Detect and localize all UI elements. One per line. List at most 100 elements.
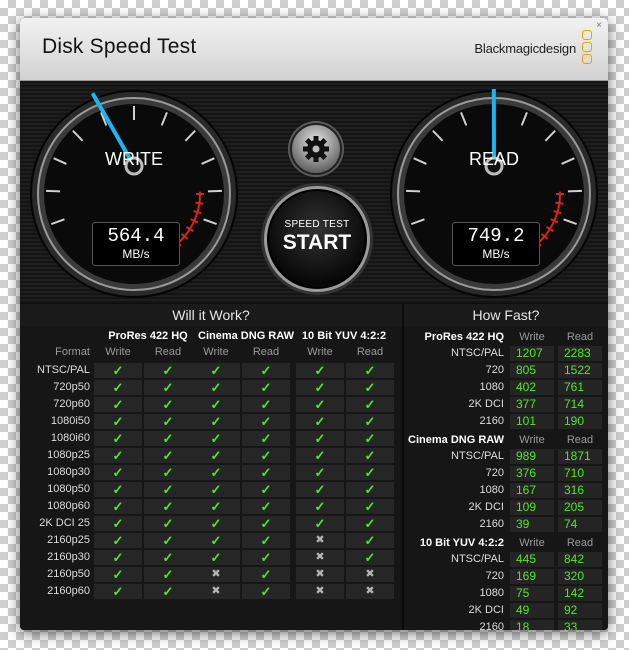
brand-wordmark: Blackmagicdesign	[474, 41, 576, 56]
check-icon: ✓	[296, 448, 344, 463]
table-row: 2160 39 74	[404, 516, 608, 533]
table-row: NTSC/PAL ✓ ✓ ✓ ✓ ✓ ✓	[20, 362, 402, 379]
format-name: 2160p30	[47, 551, 90, 563]
check-icon: ✓	[144, 431, 192, 446]
check-icon: ✓	[94, 448, 142, 463]
check-icon: ✓	[346, 431, 394, 446]
close-button[interactable]: ×	[596, 20, 602, 31]
table-row: NTSC/PAL 1207 2283	[404, 345, 608, 362]
check-icon: ✓	[296, 414, 344, 429]
format-name: 2160	[479, 415, 504, 427]
cross-icon: ✖	[296, 550, 344, 565]
format-name: NTSC/PAL	[451, 450, 504, 462]
gauge-area: WRITE 564.4 MB/s SPEED TEST START READ 7…	[20, 81, 608, 303]
write-fps-value: 75	[510, 586, 554, 601]
read-fps-value: 205	[558, 500, 602, 515]
disk-speed-test-window: Disk Speed Test Blackmagicdesign × WRITE…	[20, 18, 608, 630]
cross-icon: ✖	[296, 567, 344, 582]
check-icon: ✓	[94, 584, 142, 599]
check-icon: ✓	[144, 550, 192, 565]
speed-test-start-button[interactable]: SPEED TEST START	[264, 186, 370, 292]
format-name: 2160p25	[47, 534, 90, 546]
write-fps-value: 805	[510, 363, 554, 378]
format-name: 2160	[479, 518, 504, 530]
check-icon: ✓	[144, 499, 192, 514]
gear-icon	[303, 136, 329, 162]
table-row: 720p50 ✓ ✓ ✓ ✓ ✓ ✓	[20, 379, 402, 396]
format-name: 720	[485, 467, 504, 479]
write-fps-value: 402	[510, 380, 554, 395]
title-bar: Disk Speed Test Blackmagicdesign ×	[20, 18, 608, 81]
read-fps-value: 714	[558, 397, 602, 412]
format-name: 720	[485, 570, 504, 582]
settings-button[interactable]	[290, 123, 342, 175]
format-name: 2K DCI 25	[39, 517, 90, 529]
check-icon: ✓	[346, 448, 394, 463]
check-icon: ✓	[242, 482, 290, 497]
write-fps-value: 989	[510, 449, 554, 464]
check-icon: ✓	[144, 533, 192, 548]
read-fps-value: 320	[558, 569, 602, 584]
format-name: 720p50	[53, 381, 90, 393]
read-gauge: READ 749.2 MB/s	[386, 89, 602, 299]
will-it-work-heading: Will it Work?	[20, 304, 402, 326]
format-name: 1080i50	[50, 415, 90, 427]
cross-icon: ✖	[296, 584, 344, 599]
check-icon: ✓	[346, 465, 394, 480]
table-row: 1080p50 ✓ ✓ ✓ ✓ ✓ ✓	[20, 481, 402, 498]
check-icon: ✓	[192, 550, 240, 565]
table-row: 2160 18 33	[404, 619, 608, 630]
read-fps-value: 1871	[558, 449, 602, 464]
format-name: NTSC/PAL	[451, 553, 504, 565]
table-row: 2K DCI 377 714	[404, 396, 608, 413]
format-name: 720p60	[53, 398, 90, 410]
table-row: 720p60 ✓ ✓ ✓ ✓ ✓ ✓	[20, 396, 402, 413]
column-heading: Write	[105, 346, 131, 358]
format-name: 1080p30	[47, 466, 90, 478]
check-icon: ✓	[242, 397, 290, 412]
write-fps-value: 445	[510, 552, 554, 567]
check-icon: ✓	[144, 584, 192, 599]
column-heading: Read	[252, 346, 280, 358]
codec-heading: ProRes 422 HQ	[108, 330, 188, 342]
read-fps-value: 33	[558, 620, 602, 630]
read-column-heading: Read	[566, 434, 594, 446]
write-fps-value: 49	[510, 603, 554, 618]
write-speed-unit: MB/s	[122, 247, 150, 261]
how-fast-table: ProRes 422 HQ Write Read NTSC/PAL 1207 2283 72…	[404, 326, 608, 630]
write-column-heading: Write	[519, 434, 545, 446]
check-icon: ✓	[242, 380, 290, 395]
check-icon: ✓	[144, 414, 192, 429]
write-fps-value: 109	[510, 500, 554, 515]
check-icon: ✓	[296, 397, 344, 412]
table-row: NTSC/PAL 445 842	[404, 551, 608, 568]
read-speed-unit: MB/s	[482, 247, 510, 261]
check-icon: ✓	[94, 499, 142, 514]
check-icon: ✓	[94, 567, 142, 582]
write-fps-value: 1207	[510, 346, 554, 361]
table-row: 720 805 1522	[404, 362, 608, 379]
table-row: 2160 101 190	[404, 413, 608, 430]
check-icon: ✓	[144, 516, 192, 531]
check-icon: ✓	[94, 550, 142, 565]
table-row: 2K DCI 25 ✓ ✓ ✓ ✓ ✓ ✓	[20, 515, 402, 532]
check-icon: ✓	[346, 516, 394, 531]
read-fps-value: 710	[558, 466, 602, 481]
check-icon: ✓	[144, 448, 192, 463]
codec-heading: ProRes 422 HQ	[424, 331, 504, 343]
check-icon: ✓	[94, 363, 142, 378]
table-row: 1080 75 142	[404, 585, 608, 602]
check-icon: ✓	[346, 380, 394, 395]
check-icon: ✓	[144, 380, 192, 395]
table-row: 720 376 710	[404, 465, 608, 482]
check-icon: ✓	[242, 584, 290, 599]
check-icon: ✓	[192, 431, 240, 446]
read-fps-value: 74	[558, 517, 602, 532]
check-icon: ✓	[296, 516, 344, 531]
read-fps-value: 316	[558, 483, 602, 498]
column-heading: Write	[307, 346, 333, 358]
cross-icon: ✖	[346, 567, 394, 582]
check-icon: ✓	[94, 414, 142, 429]
check-icon: ✓	[346, 414, 394, 429]
check-icon: ✓	[346, 363, 394, 378]
